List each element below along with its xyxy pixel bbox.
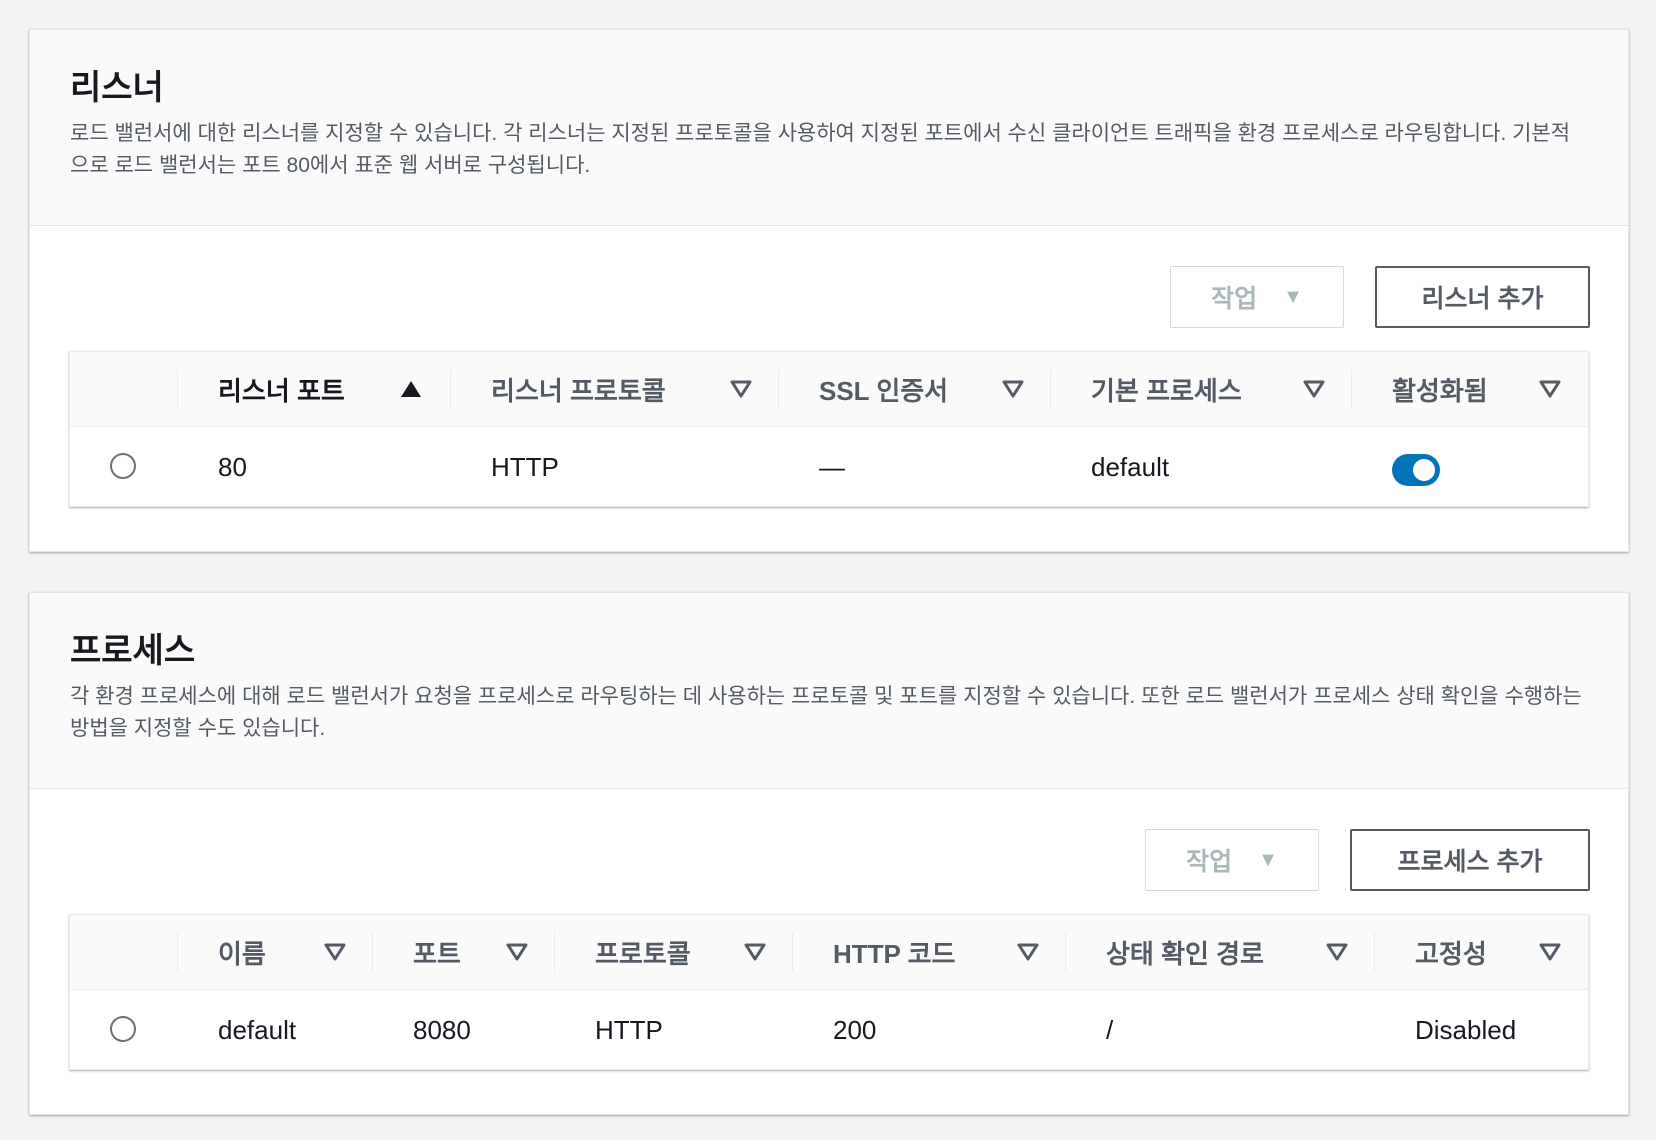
- column-divider: [554, 932, 555, 972]
- processes-header: 프로세스 각 환경 프로세스에 대해 로드 밸런서가 요청을 프로세스로 라우팅…: [30, 593, 1628, 789]
- column-header-default-process[interactable]: 기본 프로세스: [1091, 352, 1242, 426]
- sort-icon[interactable]: [1017, 915, 1039, 989]
- sort-icon[interactable]: [744, 915, 766, 989]
- column-header-protocol[interactable]: 프로토콜: [595, 915, 691, 989]
- sort-icon[interactable]: [324, 915, 346, 989]
- sort-icon[interactable]: [1303, 352, 1325, 426]
- sort-icon[interactable]: [1539, 352, 1561, 426]
- listeners-title: 리스너: [70, 69, 164, 107]
- listeners-description: 로드 밸런서에 대한 리스너를 지정할 수 있습니다. 각 리스너는 지정된 프…: [70, 122, 1571, 177]
- column-header-http-code[interactable]: HTTP 코드: [833, 915, 955, 989]
- add-listener-button[interactable]: 리스너 추가: [1375, 266, 1590, 328]
- add-process-button[interactable]: 프로세스 추가: [1350, 829, 1590, 891]
- caret-down-icon: ▼: [1258, 848, 1278, 871]
- processes-title: 프로세스: [70, 632, 196, 670]
- processes-table-header: 이름 포트 프로토콜 HTTP 코드 상태 확인 경로 고정성: [70, 915, 1588, 990]
- row-select-radio[interactable]: [110, 1016, 136, 1042]
- column-divider: [450, 369, 451, 409]
- column-divider: [372, 932, 373, 972]
- table-row[interactable]: 80 HTTP — default: [70, 427, 1588, 507]
- listeners-actions-button[interactable]: 작업 ▼: [1170, 266, 1344, 328]
- column-header-name[interactable]: 이름: [218, 915, 266, 989]
- enabled-toggle[interactable]: [1392, 454, 1440, 486]
- sort-icon[interactable]: [1539, 915, 1561, 989]
- column-divider: [177, 369, 178, 409]
- cell-listener-protocol: HTTP: [491, 451, 559, 482]
- processes-table: 이름 포트 프로토콜 HTTP 코드 상태 확인 경로 고정성 default …: [69, 914, 1589, 1070]
- column-divider: [1374, 932, 1375, 972]
- column-divider: [177, 932, 178, 972]
- cell-ssl-certificate: —: [819, 451, 845, 482]
- processes-actions-button[interactable]: 작업 ▼: [1145, 829, 1319, 891]
- cell-stickiness: Disabled: [1415, 1014, 1517, 1045]
- cell-default-process: default: [1091, 451, 1170, 482]
- listeners-table-header: 리스너 포트 리스너 프로토콜 SSL 인증서 기본 프로세스 활성화됨: [70, 352, 1588, 427]
- sort-icon[interactable]: [1326, 915, 1348, 989]
- column-header-stickiness[interactable]: 고정성: [1415, 915, 1487, 989]
- sort-icon[interactable]: [730, 352, 752, 426]
- column-header-listener-port[interactable]: 리스너 포트: [218, 352, 345, 426]
- processes-description: 각 환경 프로세스에 대해 로드 밸런서가 요청을 프로세스로 라우팅하는 데 …: [70, 685, 1582, 740]
- column-header-health-check-path[interactable]: 상태 확인 경로: [1106, 915, 1264, 989]
- sort-icon[interactable]: [506, 915, 528, 989]
- listeners-panel: 리스너 로드 밸런서에 대한 리스너를 지정할 수 있습니다. 각 리스너는 지…: [29, 29, 1629, 552]
- cell-name: default: [218, 1014, 297, 1045]
- cell-protocol: HTTP: [595, 1014, 663, 1045]
- actions-label: 작업: [1211, 285, 1258, 313]
- listeners-table: 리스너 포트 리스너 프로토콜 SSL 인증서 기본 프로세스 활성화됨 80 …: [69, 351, 1589, 507]
- column-divider: [1050, 369, 1051, 409]
- column-header-port[interactable]: 포트: [413, 915, 461, 989]
- cell-health-check-path: /: [1106, 1014, 1114, 1045]
- sort-icon[interactable]: [1002, 352, 1024, 426]
- table-row[interactable]: default 8080 HTTP 200 / Disabled: [70, 990, 1588, 1070]
- column-header-enabled[interactable]: 활성화됨: [1392, 352, 1488, 426]
- column-divider: [792, 932, 793, 972]
- sort-ascending-icon[interactable]: [400, 352, 422, 426]
- column-divider: [1065, 932, 1066, 972]
- toggle-knob: [1413, 459, 1435, 481]
- column-header-ssl-certificate[interactable]: SSL 인증서: [819, 352, 948, 426]
- listeners-header: 리스너 로드 밸런서에 대한 리스너를 지정할 수 있습니다. 각 리스너는 지…: [30, 30, 1628, 226]
- column-header-listener-protocol[interactable]: 리스너 프로토콜: [491, 352, 666, 426]
- actions-label: 작업: [1186, 848, 1233, 876]
- column-divider: [778, 369, 779, 409]
- processes-panel: 프로세스 각 환경 프로세스에 대해 로드 밸런서가 요청을 프로세스로 라우팅…: [29, 592, 1629, 1115]
- caret-down-icon: ▼: [1283, 285, 1303, 308]
- row-select-radio[interactable]: [110, 453, 136, 479]
- column-divider: [1351, 369, 1352, 409]
- cell-http-code: 200: [833, 1014, 877, 1045]
- cell-port: 8080: [413, 1014, 471, 1045]
- cell-listener-port: 80: [218, 451, 247, 482]
